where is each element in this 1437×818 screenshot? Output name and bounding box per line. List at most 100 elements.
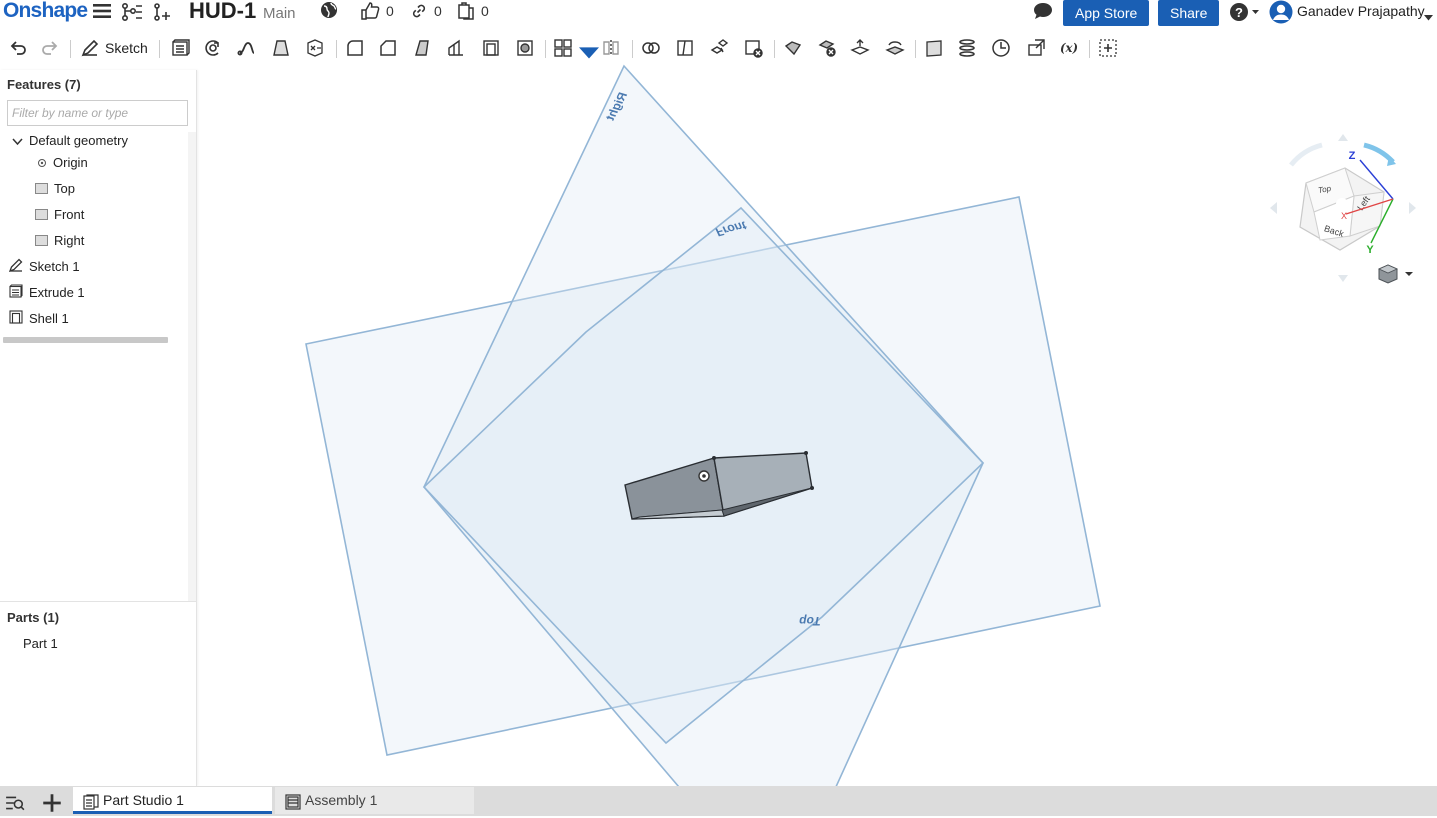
transform-icon[interactable] [709, 38, 729, 58]
measure-icon[interactable] [991, 38, 1011, 58]
origin-marker-icon[interactable] [698, 470, 710, 482]
create-version-icon[interactable] [153, 2, 173, 27]
tree-item-default-geometry[interactable]: Default geometry [12, 131, 128, 151]
3d-scene[interactable]: Right Front Top Top Left Back Z Y X [198, 64, 1437, 786]
view-down-arrow-icon[interactable] [1338, 275, 1348, 282]
versions-history-icon[interactable] [121, 2, 143, 27]
split-icon[interactable] [675, 38, 695, 58]
onshape-logo[interactable]: Onshape [3, 0, 88, 22]
tree-item-label: Sketch 1 [29, 259, 80, 274]
rib-icon[interactable] [446, 38, 466, 58]
tree-item-label: Right [54, 233, 85, 248]
plane-icon[interactable] [924, 38, 944, 58]
thicken-icon[interactable] [305, 38, 325, 58]
replace-face-icon[interactable] [885, 38, 905, 58]
view-left-arrow-icon[interactable] [1270, 202, 1277, 214]
share-button[interactable]: Share [1158, 0, 1220, 26]
panel-divider[interactable] [0, 601, 197, 602]
move-face-icon[interactable] [850, 38, 870, 58]
features-title: Features (7) [7, 77, 81, 92]
feature-list-horizontal-scrollbar[interactable] [3, 337, 168, 343]
view-right-arrow-icon[interactable] [1409, 202, 1416, 214]
fillet-icon[interactable] [345, 38, 365, 58]
tree-item-origin[interactable]: Origin [37, 153, 88, 173]
tree-item-top[interactable]: Top [35, 179, 75, 199]
part-item[interactable]: Part 1 [23, 634, 58, 654]
extrude-icon [9, 284, 23, 304]
tab-label: Assembly 1 [305, 792, 378, 808]
sketch-button[interactable]: Sketch [105, 40, 148, 56]
like-icon[interactable] [360, 1, 380, 26]
mirror-icon[interactable] [601, 38, 621, 58]
pattern-dropdown-chevron-down-icon[interactable] [579, 44, 599, 59]
top-plane-label: Top [799, 614, 821, 628]
tab-part-studio-1[interactable]: Part Studio 1 [73, 787, 272, 814]
delete-face-icon[interactable] [817, 38, 837, 58]
globe-icon[interactable] [320, 1, 338, 24]
redo-icon[interactable] [40, 38, 60, 58]
tree-item-shell-1[interactable]: Shell 1 [9, 309, 69, 329]
top-bar: Onshape HUD-1 Main 0 0 0 App Store Share… [0, 0, 1437, 27]
revolve-icon[interactable] [203, 38, 223, 58]
boolean-icon[interactable] [641, 38, 661, 58]
tree-item-label: Extrude 1 [29, 285, 85, 300]
tree-item-front[interactable]: Front [35, 205, 84, 225]
toolbar-separator [336, 40, 337, 58]
graphics-viewport[interactable]: Right Front Top Top Left Back Z Y X [198, 64, 1437, 786]
view-cube[interactable]: Top Left Back Z Y X [1270, 134, 1416, 282]
undo-icon[interactable] [8, 38, 28, 58]
plane-icon [35, 180, 48, 200]
helix-icon[interactable] [957, 38, 977, 58]
chevron-down-icon[interactable] [12, 132, 23, 152]
tab-assembly-1[interactable]: Assembly 1 [275, 787, 474, 814]
user-avatar-icon[interactable] [1269, 0, 1293, 29]
variable-icon[interactable]: (x) [1059, 38, 1083, 58]
tab-bar: Part Studio 1 Assembly 1 [0, 786, 1437, 816]
svg-text:(x): (x) [1060, 41, 1078, 55]
toolbar-separator [545, 40, 546, 58]
hole-icon[interactable] [515, 38, 535, 58]
modify-fillet-icon[interactable] [783, 38, 803, 58]
toolbar-separator [915, 40, 916, 58]
links-count: 0 [434, 3, 442, 19]
draft-icon[interactable] [412, 38, 432, 58]
sketch-icon[interactable] [80, 38, 100, 58]
tree-item-right[interactable]: Right [35, 231, 84, 251]
loft-icon[interactable] [271, 38, 291, 58]
origin-icon [37, 154, 47, 174]
pattern-icon[interactable] [553, 38, 573, 58]
tree-item-extrude-1[interactable]: Extrude 1 [9, 283, 85, 303]
comments-icon[interactable] [1033, 2, 1053, 25]
link-icon[interactable] [411, 3, 427, 24]
chamfer-icon[interactable] [378, 38, 398, 58]
part-studio-icon [83, 792, 99, 818]
app-store-button[interactable]: App Store [1063, 0, 1150, 26]
toolbar-separator [774, 40, 775, 58]
user-menu-chevron-down-icon[interactable] [1424, 8, 1433, 26]
tree-item-sketch-1[interactable]: Sketch 1 [8, 257, 80, 277]
render-mode-cube-icon[interactable] [1378, 264, 1413, 284]
user-name[interactable]: Ganadev Prajapathy [1297, 3, 1425, 19]
toolbar-separator [632, 40, 633, 58]
assembly-icon [285, 792, 301, 818]
render-mode-chevron-down-icon[interactable] [1405, 272, 1413, 276]
sweep-icon[interactable] [237, 38, 257, 58]
feature-list-panel: Features (7) Default geometry Origin Top… [0, 70, 197, 786]
feature-filter-input[interactable] [7, 100, 188, 126]
feature-list-vertical-scrollbar[interactable] [188, 132, 196, 602]
toolbar-separator [70, 40, 71, 58]
help-icon[interactable]: ? [1230, 2, 1260, 27]
delete-part-icon[interactable] [743, 38, 763, 58]
rotate-arrow-left-icon[interactable] [1289, 142, 1323, 167]
plane-icon [35, 206, 48, 226]
add-tab-icon[interactable] [42, 793, 61, 812]
shell-icon[interactable] [481, 38, 501, 58]
extrude-icon[interactable] [170, 38, 190, 58]
tab-manager-icon[interactable] [5, 793, 25, 811]
copies-icon[interactable] [457, 2, 475, 25]
add-custom-feature-icon[interactable] [1098, 38, 1118, 58]
view-up-arrow-icon[interactable] [1338, 134, 1348, 141]
hamburger-menu-icon[interactable] [93, 3, 111, 24]
document-title[interactable]: HUD-1 [189, 0, 256, 24]
import-icon[interactable] [1026, 38, 1046, 58]
